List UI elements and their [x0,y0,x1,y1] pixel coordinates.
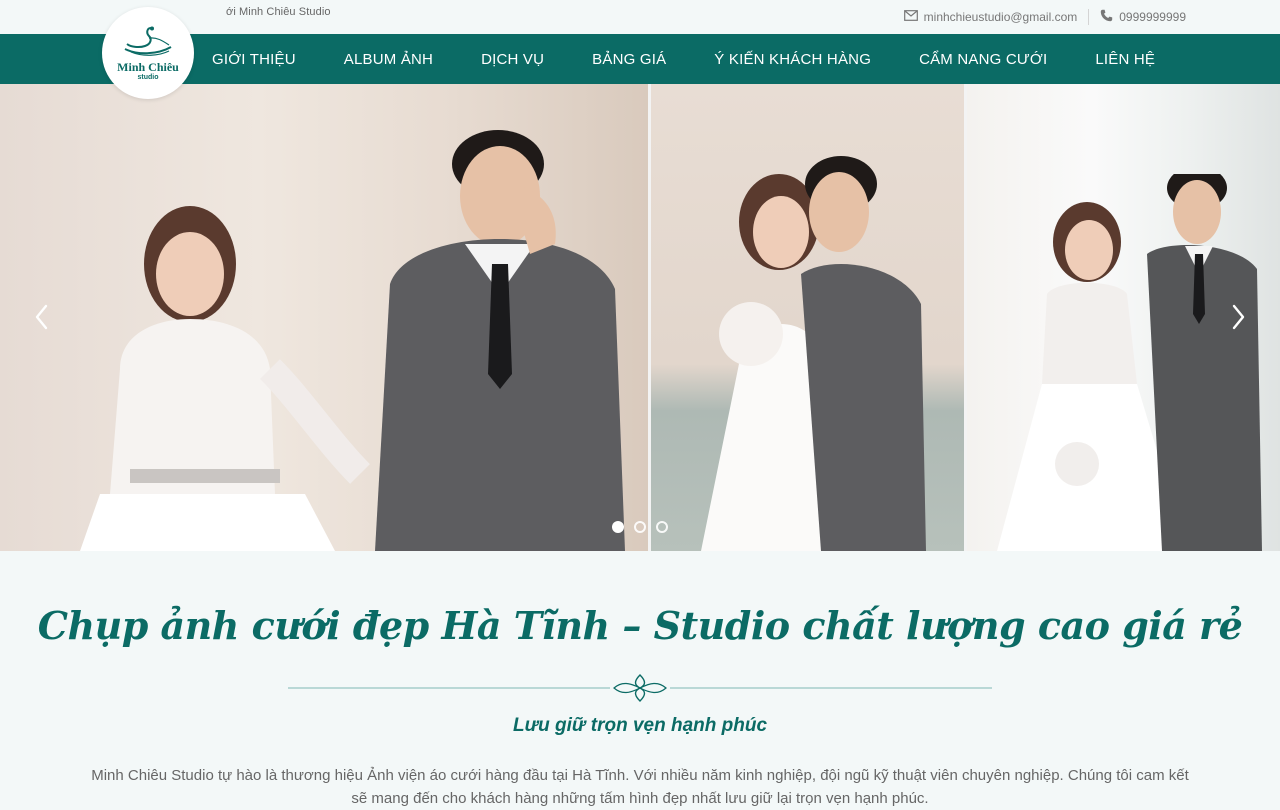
nav-item-album[interactable]: ALBUM ẢNH [320,51,457,68]
page-title: Chụp ảnh cưới đẹp Hà Tĩnh – Studio chất … [37,603,1243,648]
contact-divider [1088,9,1090,25]
slider-dot-3[interactable] [656,521,668,533]
groom-figure [375,130,625,551]
email-link[interactable]: minhchieustudio@gmail.com [924,10,1078,24]
nav-item-contact[interactable]: LIÊN HỆ [1071,51,1179,68]
nav-item-pricing[interactable]: BẢNG GIÁ [568,51,690,68]
mail-icon [903,10,918,24]
phone-link[interactable]: 0999999999 [1119,10,1186,24]
top-bar: ới Minh Chiêu Studio minhchieustudio@gma… [0,0,1280,34]
logo-brand-text: Minh Chiêu [117,60,179,74]
logo-sub-text: studio [137,74,159,81]
slider-dot-1[interactable] [612,521,624,533]
ornament-divider-icon [288,674,992,702]
slide-photo-couple-2 [651,84,964,551]
nav-item-about[interactable]: GIỚI THIỆU [188,51,320,68]
marquee-text: ới Minh Chiêu Studio [226,6,331,18]
swan-logo-icon [124,26,172,56]
bride-figure [80,206,371,551]
chevron-left-icon[interactable] [32,302,52,332]
contact-info: minhchieustudio@gmail.com 0999999999 [903,9,1186,25]
slider-pagination [612,521,668,533]
slider-dot-2[interactable] [634,521,646,533]
page-subtitle: Lưu giữ trọn vẹn hạnh phúc [512,715,768,736]
nav-item-services[interactable]: DỊCH VỤ [457,51,568,68]
chevron-right-icon[interactable] [1228,302,1248,332]
site-logo[interactable]: Minh Chiêu studio [102,7,194,99]
intro-paragraph: Minh Chiêu Studio tự hào là thương hiệu … [91,767,1189,807]
intro-section: Chụp ảnh cưới đẹp Hà Tĩnh – Studio chất … [0,551,1280,807]
couple-standing-figure [997,174,1262,551]
nav-item-testimonials[interactable]: Ý KIẾN KHÁCH HÀNG [690,51,895,68]
nav-item-wedding-guide[interactable]: CẨM NANG CƯỚI [895,51,1071,68]
phone-icon [1100,9,1113,25]
couple-hug-figure [701,156,926,551]
hero-slider[interactable] [0,84,1280,551]
slide-photo-couple-1 [0,84,648,551]
